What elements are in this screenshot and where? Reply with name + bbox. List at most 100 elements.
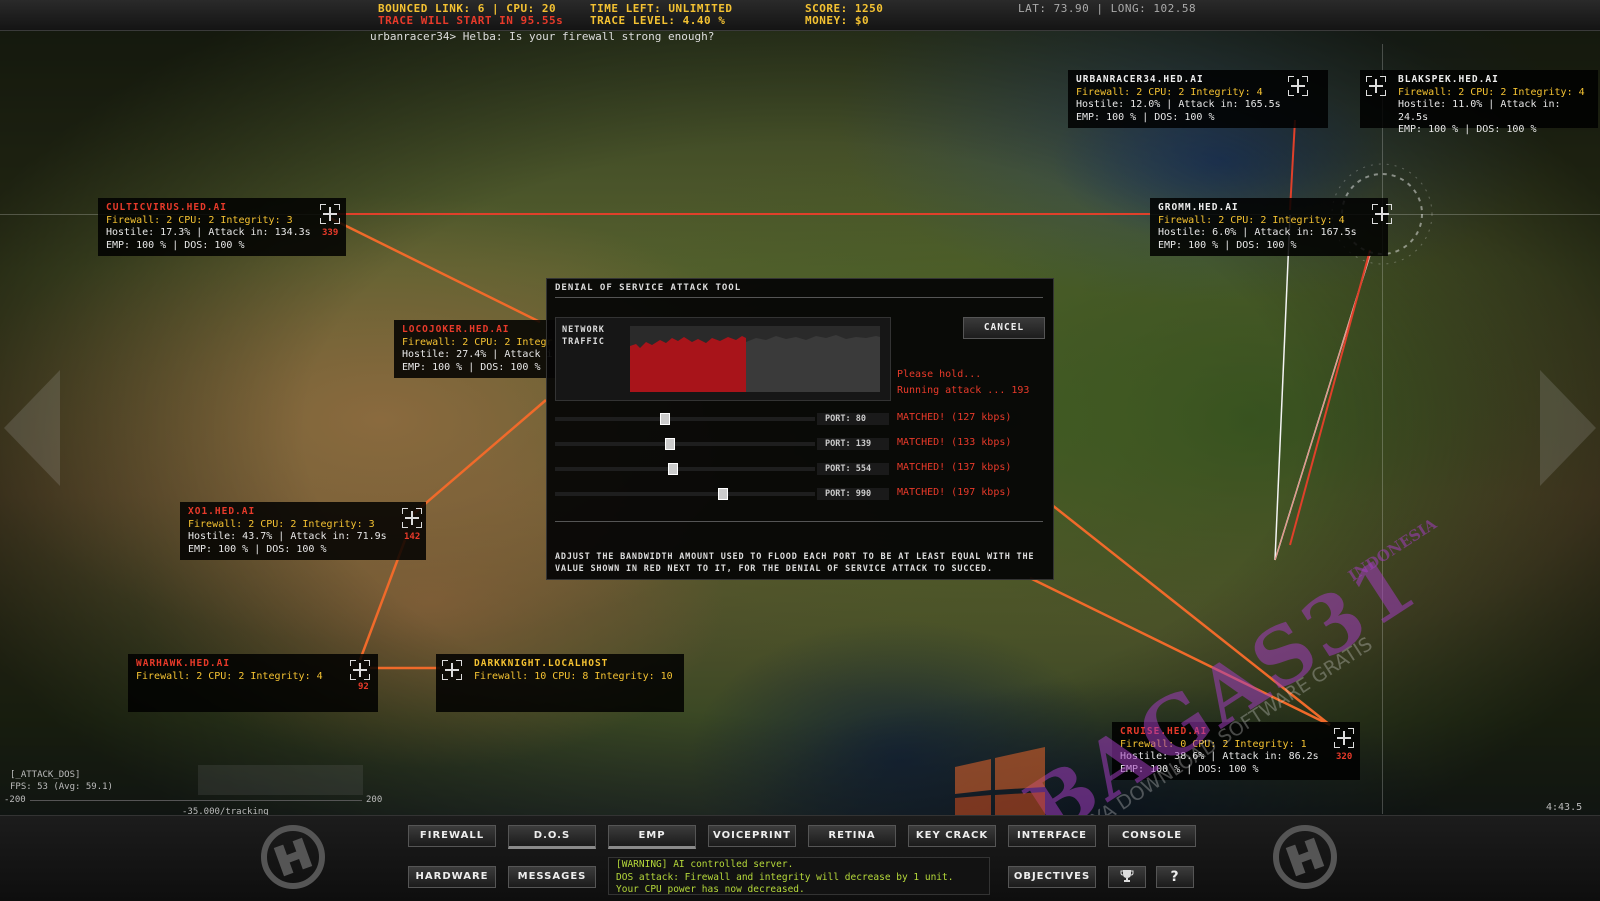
target-crosshair-icon[interactable] (350, 660, 370, 680)
target-crosshair-icon[interactable] (402, 508, 422, 528)
node-hostility: Hostile: 17.3% | Attack in: 134.3s (106, 227, 311, 238)
node-title: DARKKNIGHT.LOCALHOST (474, 658, 609, 669)
node-panel-culticvirus[interactable]: CULTICVIRUS.HED.AI Firewall: 2 CPU: 2 In… (98, 198, 346, 256)
debug-histogram (198, 765, 363, 795)
node-title: GROMM.HED.AI (1158, 202, 1239, 213)
warning-line: Your CPU power has now decreased. (616, 884, 805, 895)
help-button[interactable]: ? (1156, 866, 1194, 888)
node-panel-gromm[interactable]: GROMM.HED.AI Firewall: 2 CPU: 2 Integrit… (1150, 198, 1388, 256)
node-emp-dos: EMP: 100 % | DOS: 100 % (1076, 111, 1215, 123)
chat-message: urbanracer34> Helba: Is your firewall st… (370, 30, 715, 43)
objectives-button[interactable]: OBJECTIVES (1008, 866, 1096, 888)
warning-line: [WARNING] AI controlled server. (616, 859, 794, 870)
debug-axis-max: 200 (366, 795, 383, 805)
node-hostility: Hostile: 27.4% | Attack i (402, 349, 553, 360)
port-slider-thumb[interactable] (665, 438, 675, 450)
node-count: 142 (404, 532, 421, 542)
port-label: PORT: 139 (817, 438, 889, 450)
dialog-title: DENIAL OF SERVICE ATTACK TOOL (555, 283, 742, 293)
emp-button[interactable]: EMP (608, 825, 696, 849)
port-slider-track[interactable] (555, 492, 815, 496)
node-count: 320 (1336, 752, 1353, 762)
port-slider-thumb[interactable] (668, 463, 678, 475)
node-count: 92 (358, 682, 369, 692)
debug-fps: FPS: 53 (Avg: 59.1) (10, 782, 113, 792)
target-crosshair-icon[interactable] (1366, 76, 1386, 96)
money-readout: MONEY: $0 (805, 14, 870, 27)
node-emp-dos: EMP: 100 % | DOS: 100 % (1398, 124, 1537, 135)
retina-button[interactable]: RETINA (808, 825, 896, 847)
voiceprint-button[interactable]: VOICEPRINT (708, 825, 796, 847)
port-label: PORT: 554 (817, 463, 889, 475)
console-button[interactable]: CONSOLE (1108, 825, 1196, 847)
traffic-label-traffic: TRAFFIC (562, 337, 605, 347)
firewall-button[interactable]: FIREWALL (408, 825, 496, 847)
port-slider-track[interactable] (555, 442, 815, 446)
node-stats: Firewall: 2 CPU: 2 Integrity: 4 (1158, 214, 1345, 226)
port-slider-track[interactable] (555, 417, 815, 421)
home-crosshair-icon[interactable] (442, 660, 462, 680)
dialog-help-text: ADJUST THE BANDWIDTH AMOUNT USED TO FLOO… (555, 552, 1035, 574)
scroll-right-arrow-icon[interactable] (1540, 370, 1596, 486)
node-stats: Firewall: 2 CPU: 2 Integrity: 3 (188, 518, 375, 530)
interface-button[interactable]: INTERFACE (1008, 825, 1096, 847)
top-hud-bar (0, 0, 1600, 31)
node-panel-locojoker[interactable]: LOCOJOKER.HED.AI Firewall: 2 CPU: 2 Inte… (394, 320, 560, 378)
scroll-left-arrow-icon[interactable] (4, 370, 60, 486)
port-slider-row: PORT: 80 (555, 413, 889, 425)
node-hostility: Hostile: 12.0% | Attack in: 165.5s (1076, 99, 1281, 110)
node-stats: Firewall: 2 CPU: 2 Integrity: 4 (1076, 86, 1263, 98)
node-stats: Firewall: 2 CPU: 2 Integrity: 4 (1398, 86, 1585, 98)
link-line (1289, 119, 1296, 211)
trophy-icon (1120, 870, 1134, 882)
node-panel-darkknight[interactable]: DARKKNIGHT.LOCALHOST Firewall: 10 CPU: 8… (436, 654, 684, 712)
target-crosshair-icon[interactable] (320, 204, 340, 224)
divider (555, 297, 1043, 298)
messages-button[interactable]: MESSAGES (508, 866, 596, 888)
node-title: WARHAWK.HED.AI (136, 658, 231, 669)
keycrack-button[interactable]: KEY CRACK (908, 825, 996, 847)
trophy-button[interactable] (1108, 866, 1146, 888)
cancel-button[interactable]: CANCEL (963, 317, 1045, 339)
node-panel-warhawk[interactable]: WARHAWK.HED.AI Firewall: 2 CPU: 2 Integr… (128, 654, 378, 712)
traffic-label-network: NETWORK (562, 325, 605, 335)
node-stats: Firewall: 2 CPU: 2 Integr (402, 336, 553, 348)
divider (555, 521, 1043, 522)
node-title: XO1.HED.AI (188, 506, 256, 517)
debug-attack-label: [_ATTACK_DOS] (10, 770, 81, 780)
game-clock: 4:43.5 (1546, 802, 1583, 813)
node-title: CULTICVIRUS.HED.AI (106, 202, 227, 213)
node-panel-xo1[interactable]: XO1.HED.AI Firewall: 2 CPU: 2 Integrity:… (180, 502, 426, 560)
node-panel-blakspek[interactable]: BLAKSPEK.HED.AI Firewall: 2 CPU: 2 Integ… (1360, 70, 1598, 135)
node-hostility: Hostile: 6.0% | Attack in: 167.5s (1158, 227, 1357, 238)
port-slider-row: PORT: 554 (555, 463, 889, 475)
status-running: Running attack ... 193 (897, 385, 1030, 396)
link-line (1289, 249, 1371, 546)
node-title: URBANRACER34.HED.AI (1076, 74, 1204, 85)
target-crosshair-icon[interactable] (1372, 204, 1392, 224)
target-crosshair-icon[interactable] (1288, 76, 1308, 96)
debug-axis-min: -200 (4, 795, 26, 805)
node-emp-dos: EMP: 100 % | DOS: 100 % (1158, 239, 1297, 251)
port-label: PORT: 80 (817, 413, 889, 425)
dos-attack-dialog: DENIAL OF SERVICE ATTACK TOOL NETWORK TR… (546, 278, 1054, 580)
link-line (411, 399, 547, 516)
port-matched-status: MATCHED! (197 kbps) (897, 487, 1012, 498)
node-stats: Firewall: 2 CPU: 2 Integrity: 4 (136, 670, 323, 682)
port-slider-thumb[interactable] (660, 413, 670, 425)
dos-button[interactable]: D.O.S (508, 825, 596, 849)
port-slider-thumb[interactable] (718, 488, 728, 500)
node-emp-dos: EMP: 100 % | DOS: 100 % (106, 239, 245, 251)
link-line (329, 216, 541, 324)
node-hostility: Hostile: 11.0% | Attack in: 24.5s (1398, 99, 1561, 123)
node-title: LOCOJOKER.HED.AI (402, 324, 510, 335)
target-crosshair-icon[interactable] (1334, 728, 1354, 748)
warning-message-box: [WARNING] AI controlled server. DOS atta… (608, 857, 990, 895)
hacker-evolution-logo-icon (261, 825, 325, 889)
trace-start-readout: TRACE WILL START IN 95.55s (378, 14, 564, 27)
port-matched-status: MATCHED! (127 kbps) (897, 412, 1012, 423)
port-matched-status: MATCHED! (133 kbps) (897, 437, 1012, 448)
hardware-button[interactable]: HARDWARE (408, 866, 496, 888)
port-slider-track[interactable] (555, 467, 815, 471)
coordinates-readout: LAT: 73.90 | LONG: 102.58 (1018, 2, 1197, 15)
